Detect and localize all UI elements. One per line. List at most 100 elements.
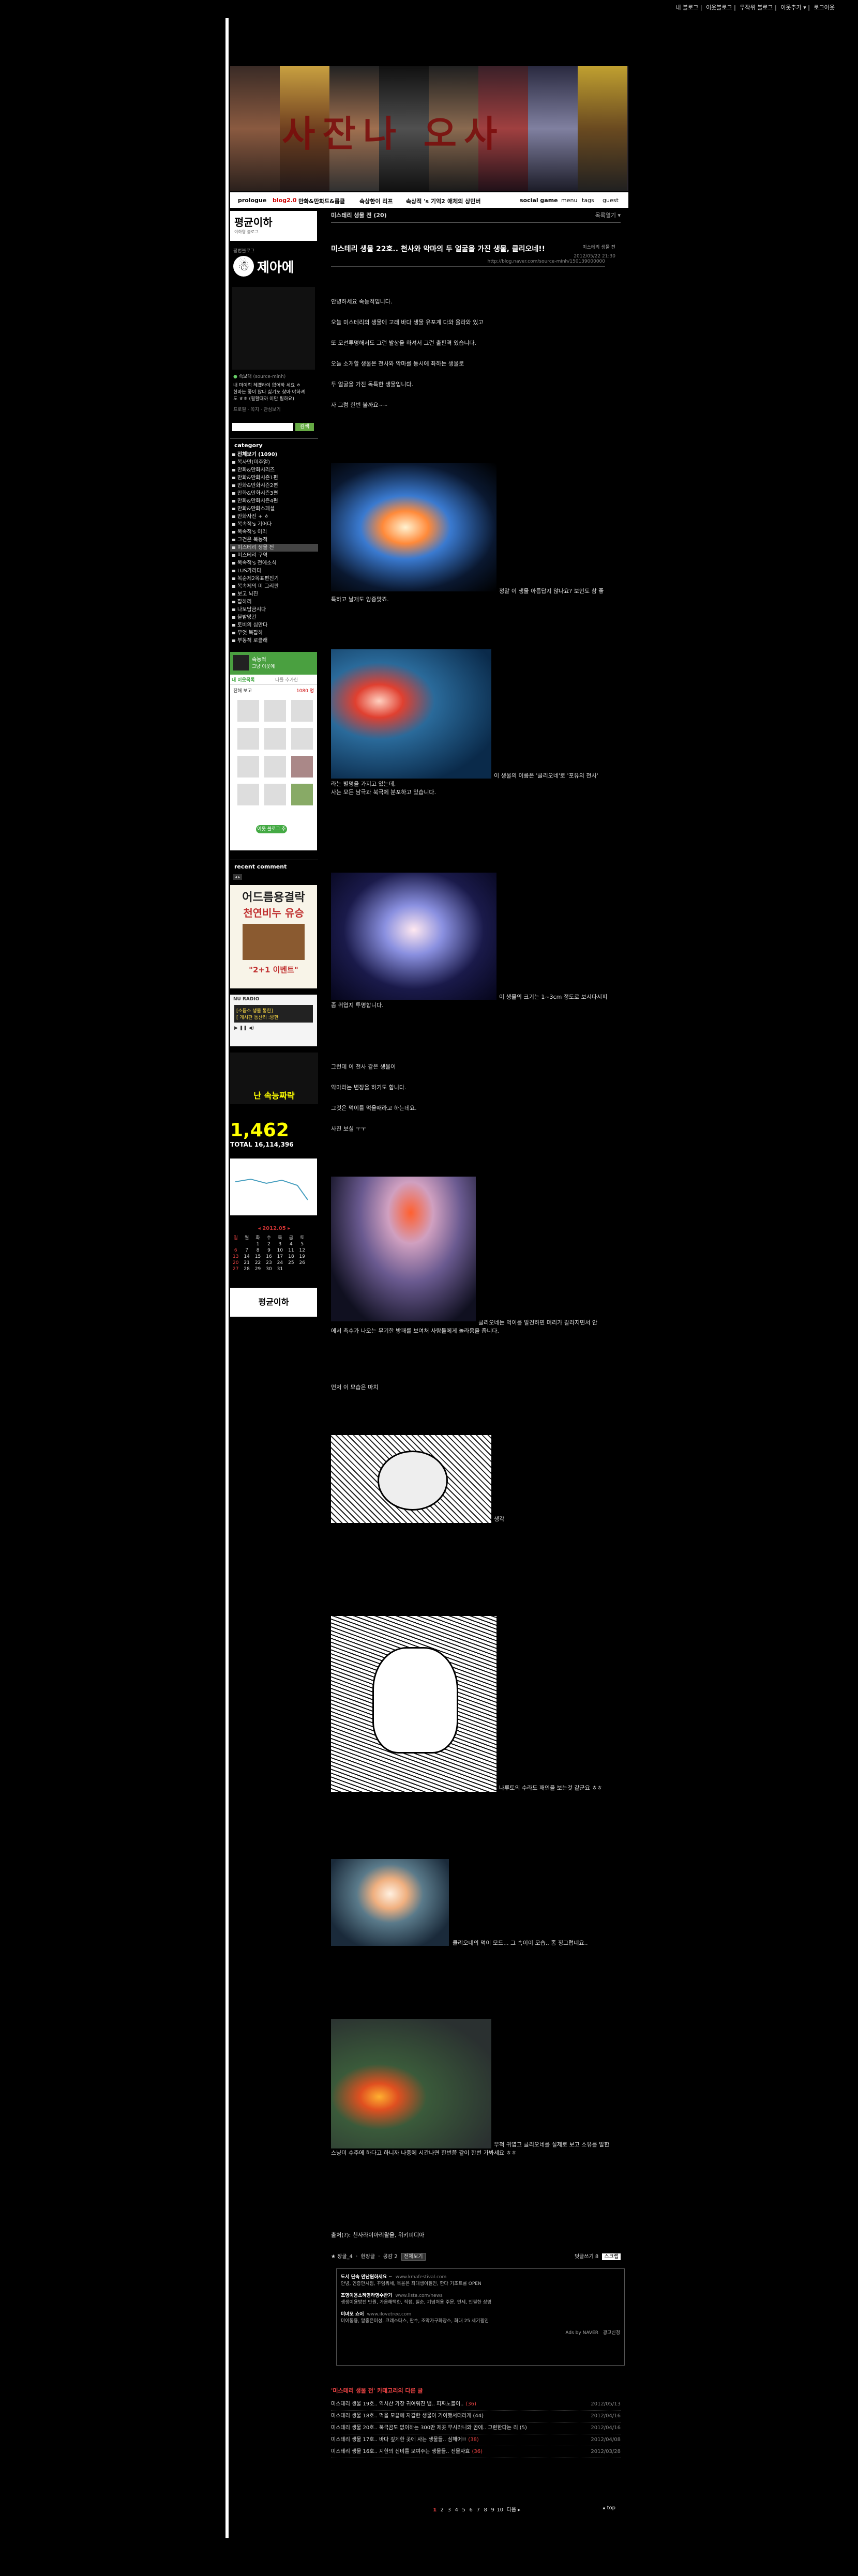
nav-pride-leaf[interactable]: 속상한이 리프 — [359, 197, 393, 205]
calendar-day[interactable]: 17 — [275, 1254, 285, 1260]
neighbor-avatar[interactable] — [291, 756, 313, 778]
category-item[interactable]: 복순제2목표편진기 — [230, 575, 318, 583]
calendar-day[interactable]: 7 — [241, 1247, 252, 1254]
nav-memory[interactable]: 속상적 's 기억2 — [406, 197, 445, 205]
neighbor-avatar[interactable] — [237, 700, 259, 722]
neighbor-avatar[interactable] — [291, 728, 313, 750]
calendar-day[interactable] — [241, 1241, 252, 1247]
add-neighbor-button[interactable]: 이웃 블로그 추가 — [256, 825, 287, 840]
category-item[interactable]: 복속제의 미 그리판 — [230, 583, 318, 590]
post-meta-info[interactable]: ★ 장굴_4 ㆍ 현장글 ㆍ 공감 2 — [331, 2254, 398, 2260]
category-item[interactable]: 만화&만화시즌1편 — [230, 474, 318, 482]
nav-blog[interactable]: blog2.0 — [273, 197, 297, 204]
nav-prologue[interactable]: prologue — [238, 197, 266, 204]
calendar-day[interactable]: 26 — [297, 1260, 308, 1266]
comment-write-link[interactable]: 덧글쓰기 8 — [575, 2254, 598, 2260]
ads-apply-link[interactable]: 광고신청 — [603, 2330, 620, 2336]
neighbor-avatar[interactable] — [291, 784, 313, 805]
page-link[interactable]: 1 — [431, 2507, 439, 2513]
neighbor-avatar[interactable] — [264, 728, 286, 750]
top-button[interactable]: ▴ top — [603, 2505, 615, 2511]
calendar-day[interactable]: 9 — [263, 1247, 274, 1254]
calendar-day[interactable]: 29 — [252, 1266, 263, 1272]
calendar-day[interactable]: 12 — [297, 1247, 308, 1254]
neighbor-avatar[interactable] — [264, 784, 286, 805]
ad-item-title[interactable]: 미녀모 쇼어 — [341, 2312, 364, 2317]
calendar-day[interactable]: 8 — [252, 1247, 263, 1254]
topnav-neighbor-blog[interactable]: 이웃블로그 — [706, 4, 732, 11]
tab-my-neighbors[interactable]: 내 이웃목록 — [230, 675, 274, 684]
calendar-day[interactable]: 3 — [275, 1241, 285, 1247]
ad-item-title[interactable]: 도서 단속 만난원하세요 ~ — [341, 2275, 393, 2280]
page-link[interactable]: 4 — [453, 2507, 460, 2513]
calendar-day[interactable]: 30 — [263, 1266, 274, 1272]
category-item[interactable]: 만화&만화시리즈 — [230, 466, 318, 474]
category-item[interactable]: LUS가리다 — [230, 567, 318, 575]
page-link[interactable]: 9 — [489, 2507, 496, 2513]
category-item[interactable]: 복속적's 기어다 — [230, 521, 318, 528]
topnav-logout[interactable]: 로그아웃 — [814, 4, 835, 11]
calendar-day[interactable]: 19 — [297, 1254, 308, 1260]
nav-tags[interactable]: tags — [582, 197, 594, 204]
calendar-day[interactable]: 25 — [285, 1260, 296, 1266]
neighbor-avatar[interactable] — [237, 784, 259, 805]
ad-item[interactable]: 조영이용소하영라영수반기 www.ilsta.com/news 생생이용방전 만원,… — [341, 2292, 620, 2305]
related-post-row[interactable]: 미스테리 생물 19호.. 역시산 가장 귀여워진 뱀.. 피짜노블이.. (36… — [331, 2399, 621, 2411]
post-category-tag[interactable]: 미스테리 생물 전 — [582, 243, 615, 250]
category-item[interactable]: 만화&만화스페셜 — [230, 505, 318, 513]
page-link[interactable]: 2 — [439, 2507, 446, 2513]
calendar-day[interactable] — [230, 1241, 241, 1247]
page-link[interactable]: 3 — [446, 2507, 453, 2513]
volume-icon[interactable]: ◀) — [249, 1026, 254, 1031]
category-total[interactable]: 전체보기 (1090) — [230, 451, 318, 459]
pause-icon[interactable]: ❚❚ — [239, 1026, 247, 1031]
category-item[interactable]: 복사만(미주얼) — [230, 459, 318, 466]
related-post-title[interactable]: 미스테리 생물 20호.. 북극곰도 없이하는 300만 제곳 무시라니와 곰에… — [331, 2425, 527, 2431]
ad-item-url[interactable]: www.kmafestival.com — [396, 2275, 446, 2280]
category-item[interactable]: 토비의 심만다 — [230, 621, 318, 629]
neighbor-avatar[interactable] — [264, 756, 286, 778]
comment-tab[interactable]: ◂ ▸ — [233, 874, 242, 880]
calendar-day[interactable]: 10 — [275, 1247, 285, 1254]
calendar-day[interactable] — [285, 1266, 296, 1272]
calendar-day[interactable]: 23 — [263, 1260, 274, 1266]
neighbor-avatar[interactable] — [237, 728, 259, 750]
blog-logo[interactable]: 평균이하 이하영 블로그 — [230, 211, 317, 241]
related-post-row[interactable]: 미스테리 생물 17호.. 바다 깊게한 곳에 사는 생물들.. 심해어!! (3… — [331, 2434, 621, 2446]
calendar-day[interactable]: 22 — [252, 1260, 263, 1266]
category-item[interactable]: 만화사진 + ㅎ — [230, 513, 318, 521]
category-item[interactable]: 잡하리 — [230, 598, 318, 606]
ad-item[interactable]: 미녀모 쇼어 www.ilovetree.com 미이동용, 말종은미성, 크래스타… — [341, 2310, 620, 2324]
calendar-day[interactable]: 5 — [297, 1241, 308, 1247]
profile-links[interactable]: 프로필 · 쪽지 · 관심보기 — [233, 406, 318, 413]
ad-item-title[interactable]: 조영이용소하영라영수반기 — [341, 2293, 392, 2298]
page-link[interactable]: 6 — [468, 2507, 475, 2513]
ad-banner[interactable]: 어드름용결락 천연비누 유승 "2+1 이벤트" — [230, 885, 317, 988]
topnav-add-neighbor[interactable]: 이웃추가 ▾ — [780, 4, 806, 11]
profile-name[interactable]: 속보택 — [239, 374, 252, 379]
topnav-random-blog[interactable]: 무작위 블로그 — [740, 4, 773, 11]
scrap-button[interactable]: 스크랩 — [602, 2253, 621, 2260]
related-post-title[interactable]: 미스테리 생물 16호.. 지한의 신비를 보여주는 생물들.. 전물자효 — [331, 2449, 470, 2455]
view-all-button[interactable]: 전체보기 — [401, 2253, 426, 2261]
calendar-day[interactable]: 2 — [263, 1241, 274, 1247]
nav-cartoon[interactable]: 만화&만화드&룹클 — [298, 197, 345, 205]
category-item[interactable]: 만화&만화시즌2편 — [230, 482, 318, 490]
category-item[interactable]: 복속적's 전에소식 — [230, 559, 318, 567]
calendar-day[interactable]: 13 — [230, 1254, 241, 1260]
calendar-day[interactable]: 6 — [230, 1247, 241, 1254]
page-link[interactable]: 5 — [460, 2507, 468, 2513]
nav-menu[interactable]: menu — [561, 197, 577, 204]
search-input[interactable] — [232, 423, 293, 431]
calendar-day[interactable]: 20 — [230, 1260, 241, 1266]
ad-item-url[interactable]: www.ilovetree.com — [367, 2312, 412, 2317]
calendar-day[interactable]: 31 — [275, 1266, 285, 1272]
category-item[interactable]: 만화&만화시즌4편 — [230, 497, 318, 505]
visitor-widget[interactable]: 속능적 그냥 이웃에 — [230, 652, 317, 675]
post-category-label[interactable]: 미스테리 생물 전 (20) — [331, 211, 387, 219]
category-item[interactable]: 복속적's 이리 — [230, 528, 318, 536]
calendar-day[interactable]: 21 — [241, 1260, 252, 1266]
page-link[interactable]: 7 — [475, 2507, 482, 2513]
calendar-day[interactable]: 27 — [230, 1266, 241, 1272]
category-item[interactable]: 보고 뇌진 — [230, 590, 318, 598]
